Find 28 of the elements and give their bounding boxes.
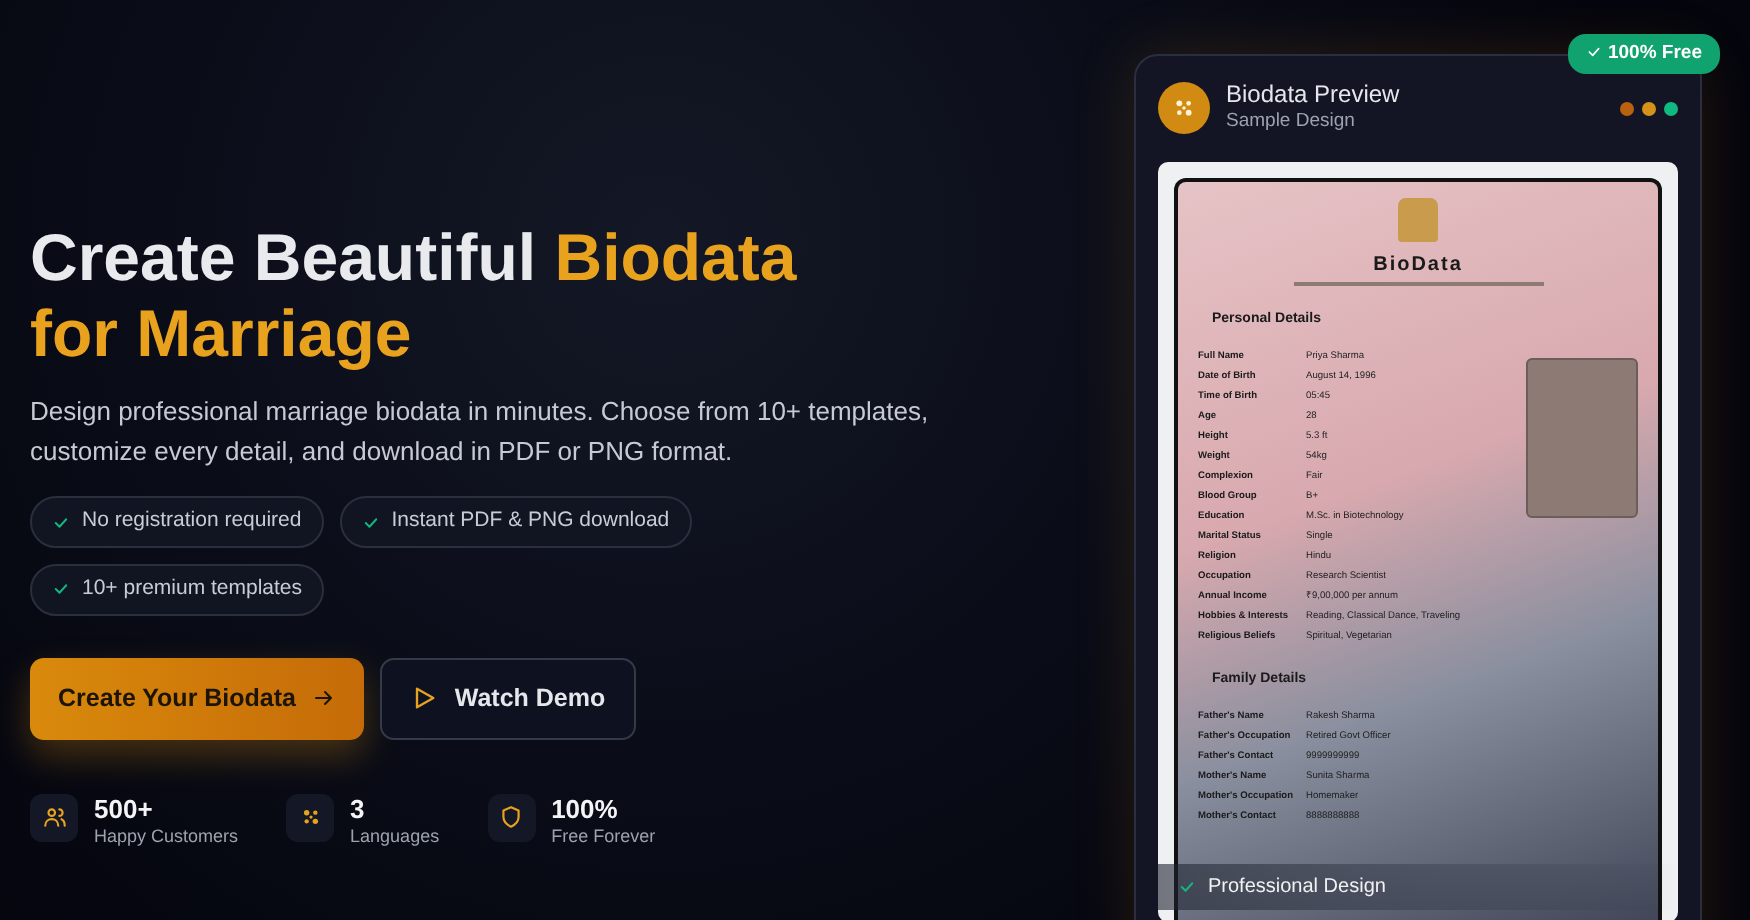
check-icon [52, 580, 70, 599]
stat-label: Happy Customers [94, 824, 239, 851]
preview-subtitle: Sample Design [1226, 108, 1357, 137]
feature-chip: 10+ premium templates [30, 563, 325, 616]
photo-placeholder [1398, 197, 1438, 242]
play-icon [410, 684, 439, 713]
stat-label: Languages [350, 824, 440, 851]
document-heading: BioData [1293, 249, 1543, 286]
stat-label: Free Forever [551, 824, 656, 851]
stat-value: 500+ [94, 793, 155, 825]
arrow-right-icon [312, 686, 336, 711]
feature-chip: No registration required [30, 496, 324, 548]
watch-demo-button[interactable]: Watch Demo [380, 657, 636, 740]
stat-value: 3 [350, 793, 367, 825]
hero-description: Design professional marriage biodata in minutes. Choose from 10+ templates, customize every detail, and download in PDF or PNG format. [30, 393, 931, 471]
check-icon [1178, 877, 1196, 896]
people-icon [41, 804, 67, 831]
hero-title: Create Beautiful Biodata for Marriage [30, 220, 799, 372]
feature-chip: Instant PDF & PNG download [339, 496, 692, 548]
check-icon [1586, 44, 1603, 61]
stat-value: 100% [551, 793, 620, 825]
preview-title: Biodata Preview [1226, 80, 1402, 109]
create-biodata-button[interactable]: Create Your Biodata [30, 657, 364, 740]
shield-icon [498, 804, 525, 831]
check-icon [52, 513, 70, 532]
check-icon [361, 513, 380, 532]
free-badge: 100% Free [1568, 34, 1720, 75]
preview-caption: Professional Design [1208, 873, 1386, 902]
